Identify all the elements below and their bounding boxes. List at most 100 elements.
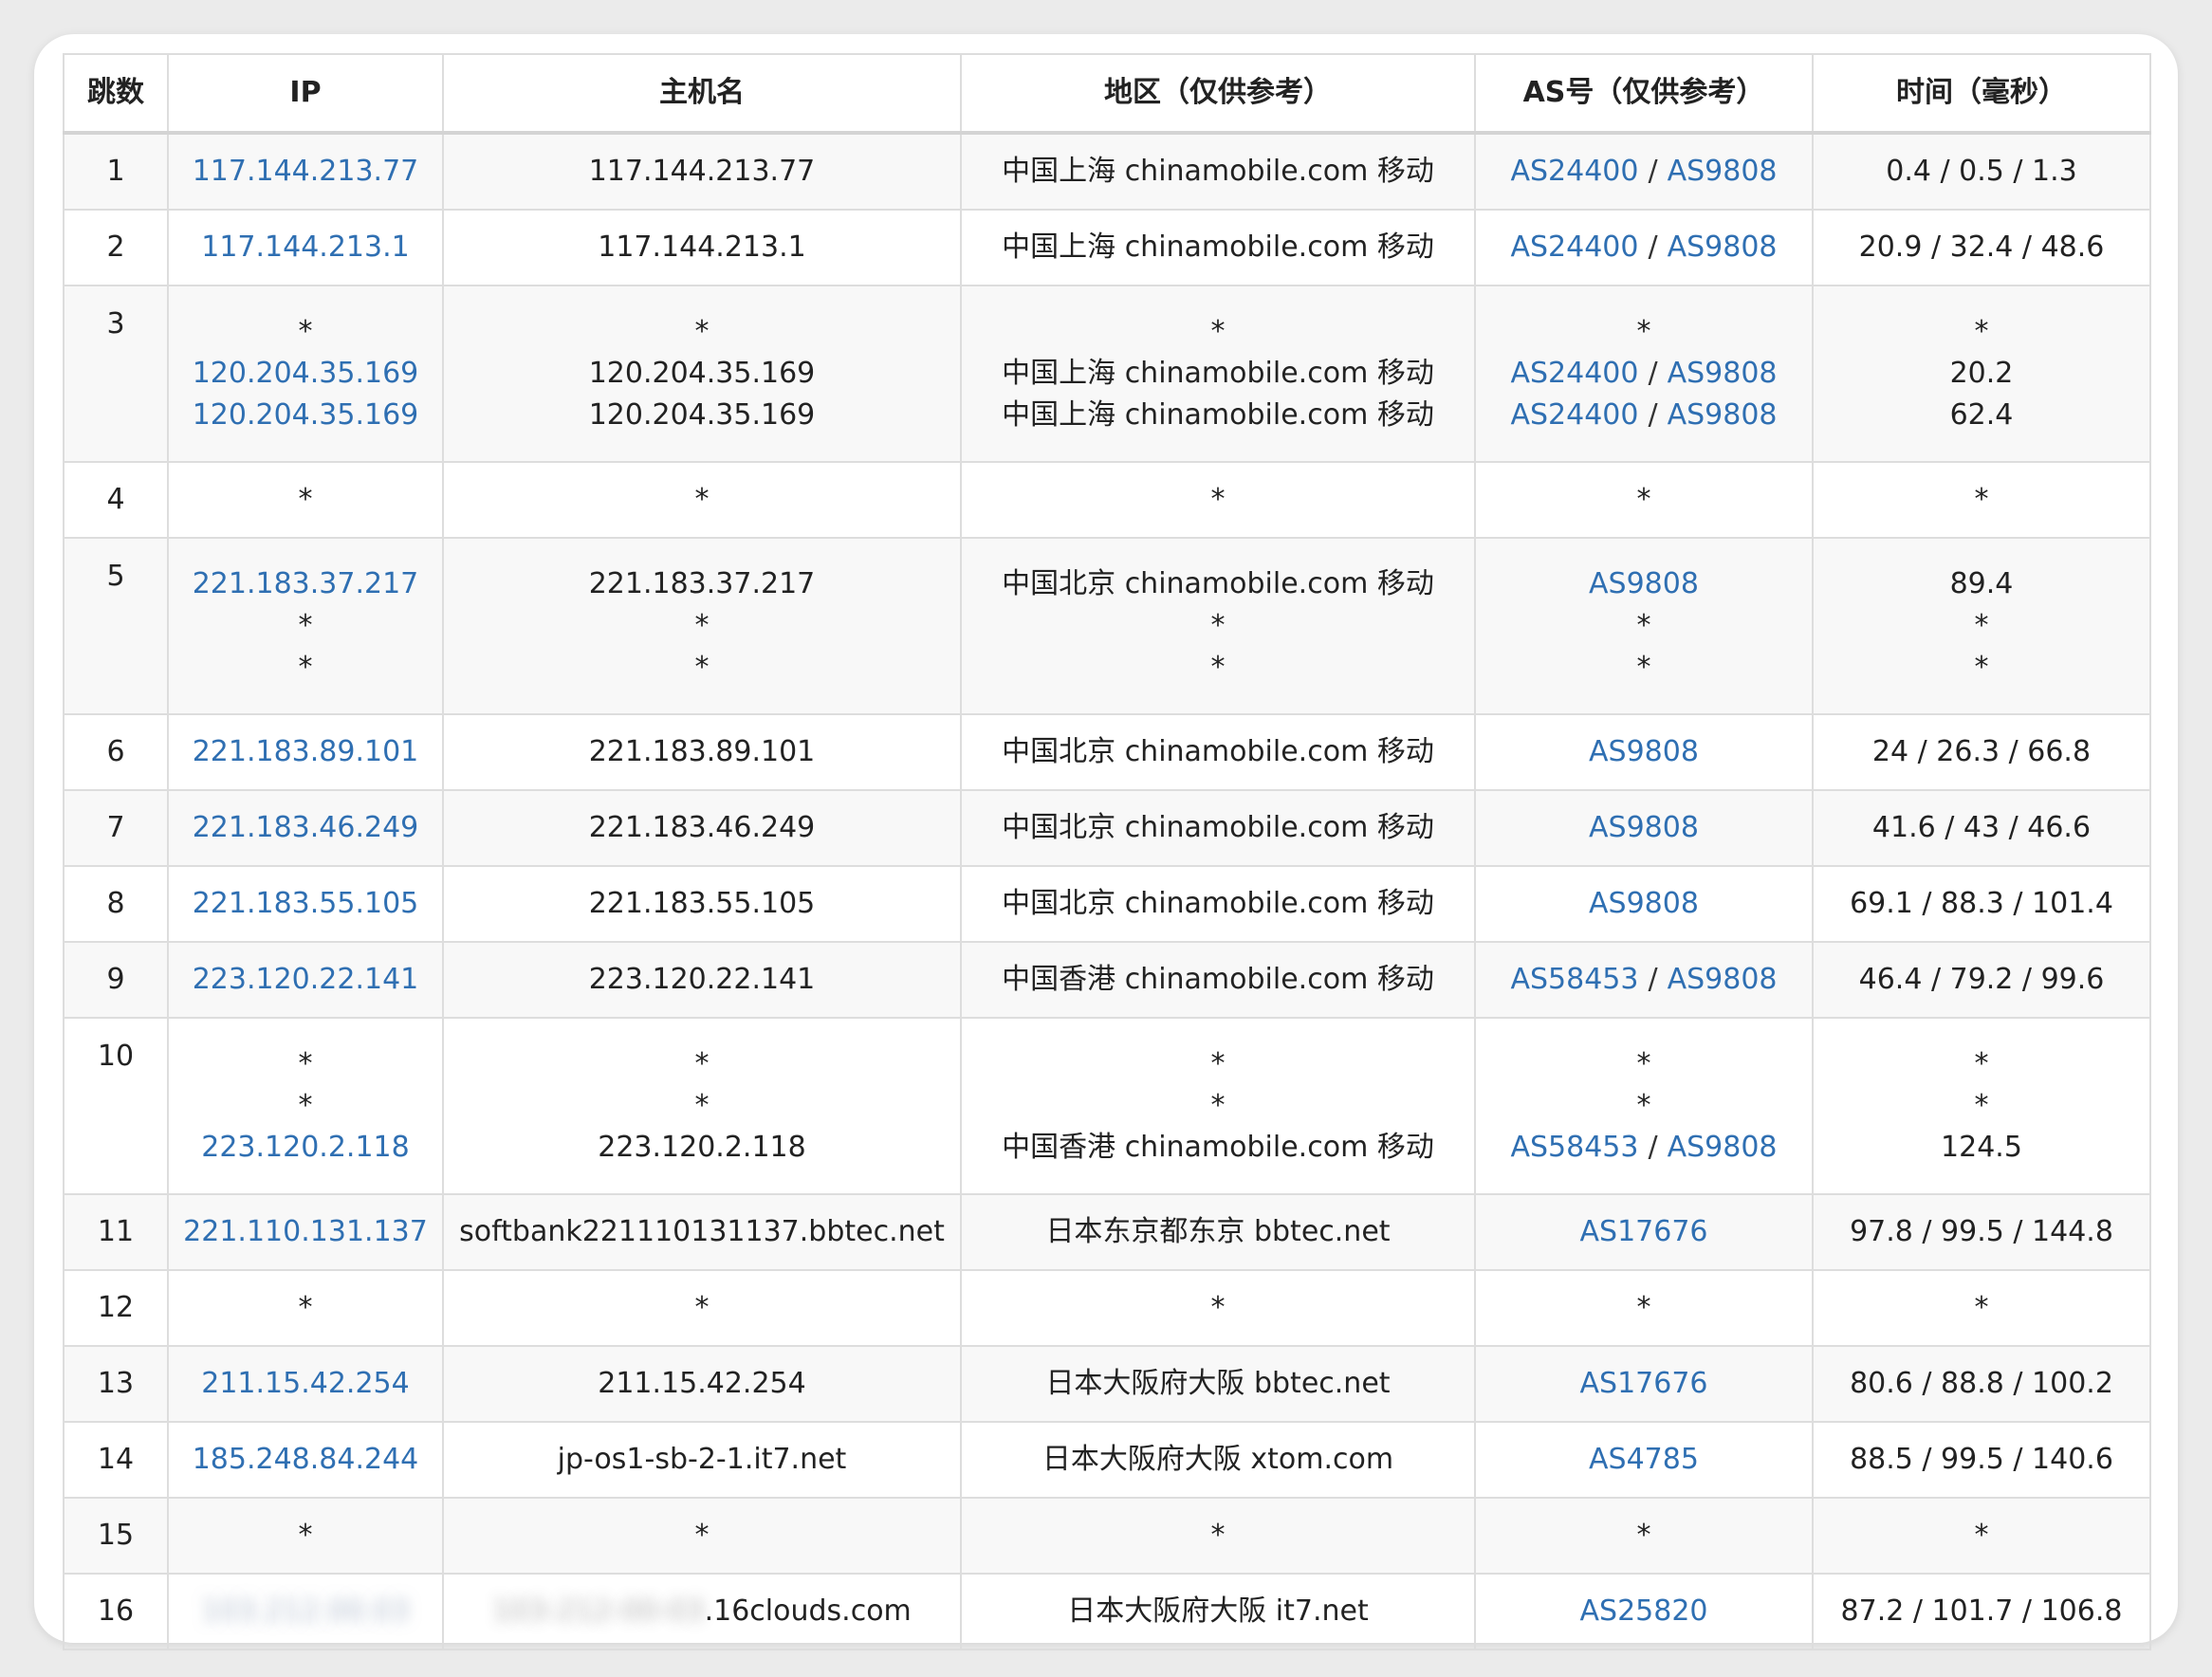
region-cell: 中国北京 chinamobile.com 移动 <box>960 789 1476 867</box>
region-line: 中国香港 chinamobile.com 移动 <box>968 959 1468 1001</box>
as-link[interactable]: AS9808 <box>1668 155 1778 188</box>
time-line: * <box>1819 605 2144 647</box>
as-line: * <box>1482 605 1806 647</box>
as-separator: / <box>1648 963 1658 996</box>
as-cell: AS17676 <box>1474 1345 1814 1423</box>
as-link[interactable]: AS9808 <box>1589 887 1699 920</box>
as-separator: / <box>1648 1131 1658 1164</box>
as-line: * <box>1482 479 1806 521</box>
as-link[interactable]: AS9808 <box>1668 963 1778 996</box>
time-line: 20.9 / 32.4 / 48.6 <box>1819 227 2144 268</box>
hostname-line: softbank221110131137.bbtec.net <box>450 1211 954 1253</box>
ip-cell: 223.120.22.141 <box>167 941 444 1019</box>
as-separator: / <box>1648 155 1658 188</box>
table-row: 16 103.212.00.03 103-212-00-03.16clouds.co… <box>63 1573 2151 1650</box>
hostname-text: 120.204.35.169 <box>588 357 816 390</box>
ip-link[interactable]: 221.183.55.105 <box>193 887 419 920</box>
as-link[interactable]: AS9808 <box>1589 567 1699 600</box>
time-text: 41.6 / 43 / 46.6 <box>1871 811 2092 844</box>
hostname-line: 211.15.42.254 <box>450 1363 954 1405</box>
hostname-text: 221.183.55.105 <box>588 887 816 920</box>
ip-link[interactable]: 223.120.2.118 <box>201 1131 409 1164</box>
ip-link[interactable]: 117.144.213.1 <box>201 230 409 264</box>
region-line: 中国上海 chinamobile.com 移动 <box>968 151 1468 193</box>
time-cell: 46.4 / 79.2 / 99.6 <box>1812 941 2151 1019</box>
ip-line: 221.110.131.137 <box>175 1211 436 1253</box>
no-response-marker: * <box>1636 1291 1651 1324</box>
as-line: AS17676 <box>1482 1211 1806 1253</box>
as-link[interactable]: AS17676 <box>1580 1215 1708 1248</box>
time-cell: * * 124.5 <box>1812 1017 2151 1195</box>
hop-number: 15 <box>63 1497 169 1575</box>
as-link[interactable]: AS24400 <box>1510 155 1638 188</box>
ip-line: 221.183.55.105 <box>175 883 436 925</box>
ip-cell: 221.183.46.249 <box>167 789 444 867</box>
time-line: 88.5 / 99.5 / 140.6 <box>1819 1439 2144 1481</box>
no-response-marker: * <box>1210 1519 1226 1552</box>
as-link[interactable]: AS9808 <box>1589 735 1699 768</box>
ip-link-redacted[interactable]: 103.212.00.03 <box>201 1591 409 1632</box>
as-link[interactable]: AS9808 <box>1668 357 1778 390</box>
region-line: 中国北京 chinamobile.com 移动 <box>968 807 1468 849</box>
time-line: * <box>1819 1515 2144 1557</box>
as-line: AS58453 / AS9808 <box>1482 959 1806 1001</box>
no-response-marker: * <box>1974 651 1989 684</box>
region-line: 日本大阪府大阪 xtom.com <box>968 1439 1468 1481</box>
time-line: * <box>1819 1043 2144 1085</box>
as-link[interactable]: AS25820 <box>1580 1594 1708 1628</box>
as-link[interactable]: AS24400 <box>1510 357 1638 390</box>
no-response-marker: * <box>1974 483 1989 516</box>
ip-link[interactable]: 120.204.35.169 <box>193 357 419 390</box>
region-line: * <box>968 1515 1468 1557</box>
ip-link[interactable]: 221.183.46.249 <box>193 811 419 844</box>
hostname-text: softbank221110131137.bbtec.net <box>459 1215 945 1248</box>
time-cell: 87.2 / 101.7 / 106.8 <box>1812 1573 2151 1650</box>
no-response-marker: * <box>298 1291 313 1324</box>
time-cell: 41.6 / 43 / 46.6 <box>1812 789 2151 867</box>
ip-cell: 221.183.89.101 <box>167 713 444 791</box>
as-link[interactable]: AS58453 <box>1510 1131 1638 1164</box>
time-text: 62.4 <box>1949 398 2014 432</box>
as-link[interactable]: AS24400 <box>1510 230 1638 264</box>
as-cell: AS9808 <box>1474 713 1814 791</box>
region-cell: * <box>960 461 1476 539</box>
as-link[interactable]: AS58453 <box>1510 963 1638 996</box>
hostname-cell: 117.144.213.77 <box>442 132 962 211</box>
as-line: AS24400 / AS9808 <box>1482 353 1806 395</box>
ip-cell: 117.144.213.77 <box>167 132 444 211</box>
as-separator: / <box>1648 357 1658 390</box>
as-link[interactable]: AS9808 <box>1668 230 1778 264</box>
as-link[interactable]: AS17676 <box>1580 1367 1708 1400</box>
as-link[interactable]: AS9808 <box>1668 1131 1778 1164</box>
table-body: 1 117.144.213.77 117.144.213.77 中国上海 chinam… <box>63 132 2151 1650</box>
as-link[interactable]: AS9808 <box>1589 811 1699 844</box>
as-link[interactable]: AS24400 <box>1510 398 1638 432</box>
as-link[interactable]: AS9808 <box>1668 398 1778 432</box>
time-text: 20.2 <box>1949 357 2014 390</box>
hostname-cell: jp-os1-sb-2-1.it7.net <box>442 1421 962 1499</box>
region-text: 日本大阪府大阪 bbtec.net <box>1045 1367 1391 1400</box>
ip-link[interactable]: 120.204.35.169 <box>193 398 419 432</box>
ip-link[interactable]: 117.144.213.77 <box>193 155 419 188</box>
ip-link[interactable]: 223.120.22.141 <box>193 963 419 996</box>
as-line: AS24400 / AS9808 <box>1482 151 1806 193</box>
hostname-cell: 223.120.22.141 <box>442 941 962 1019</box>
ip-link[interactable]: 185.248.84.244 <box>193 1443 419 1476</box>
header-time: 时间（毫秒） <box>1812 53 2151 135</box>
as-link[interactable]: AS4785 <box>1589 1443 1699 1476</box>
time-line: 46.4 / 79.2 / 99.6 <box>1819 959 2144 1001</box>
region-cell: 中国香港 chinamobile.com 移动 <box>960 941 1476 1019</box>
as-cell: AS58453 / AS9808 <box>1474 941 1814 1019</box>
ip-link[interactable]: 221.183.37.217 <box>193 567 419 600</box>
as-line: AS9808 <box>1482 807 1806 849</box>
hostname-line: 117.144.213.77 <box>450 151 954 193</box>
ip-link[interactable]: 211.15.42.254 <box>201 1367 409 1400</box>
region-line: * <box>968 479 1468 521</box>
ip-link[interactable]: 221.183.89.101 <box>193 735 419 768</box>
ip-link[interactable]: 221.110.131.137 <box>183 1215 428 1248</box>
no-response-marker: * <box>1636 1089 1651 1122</box>
hostname-line: * <box>450 1085 954 1127</box>
time-text: 124.5 <box>1941 1131 2022 1164</box>
region-text: 中国上海 chinamobile.com 移动 <box>1002 398 1434 432</box>
time-text: 89.4 <box>1949 567 2014 600</box>
